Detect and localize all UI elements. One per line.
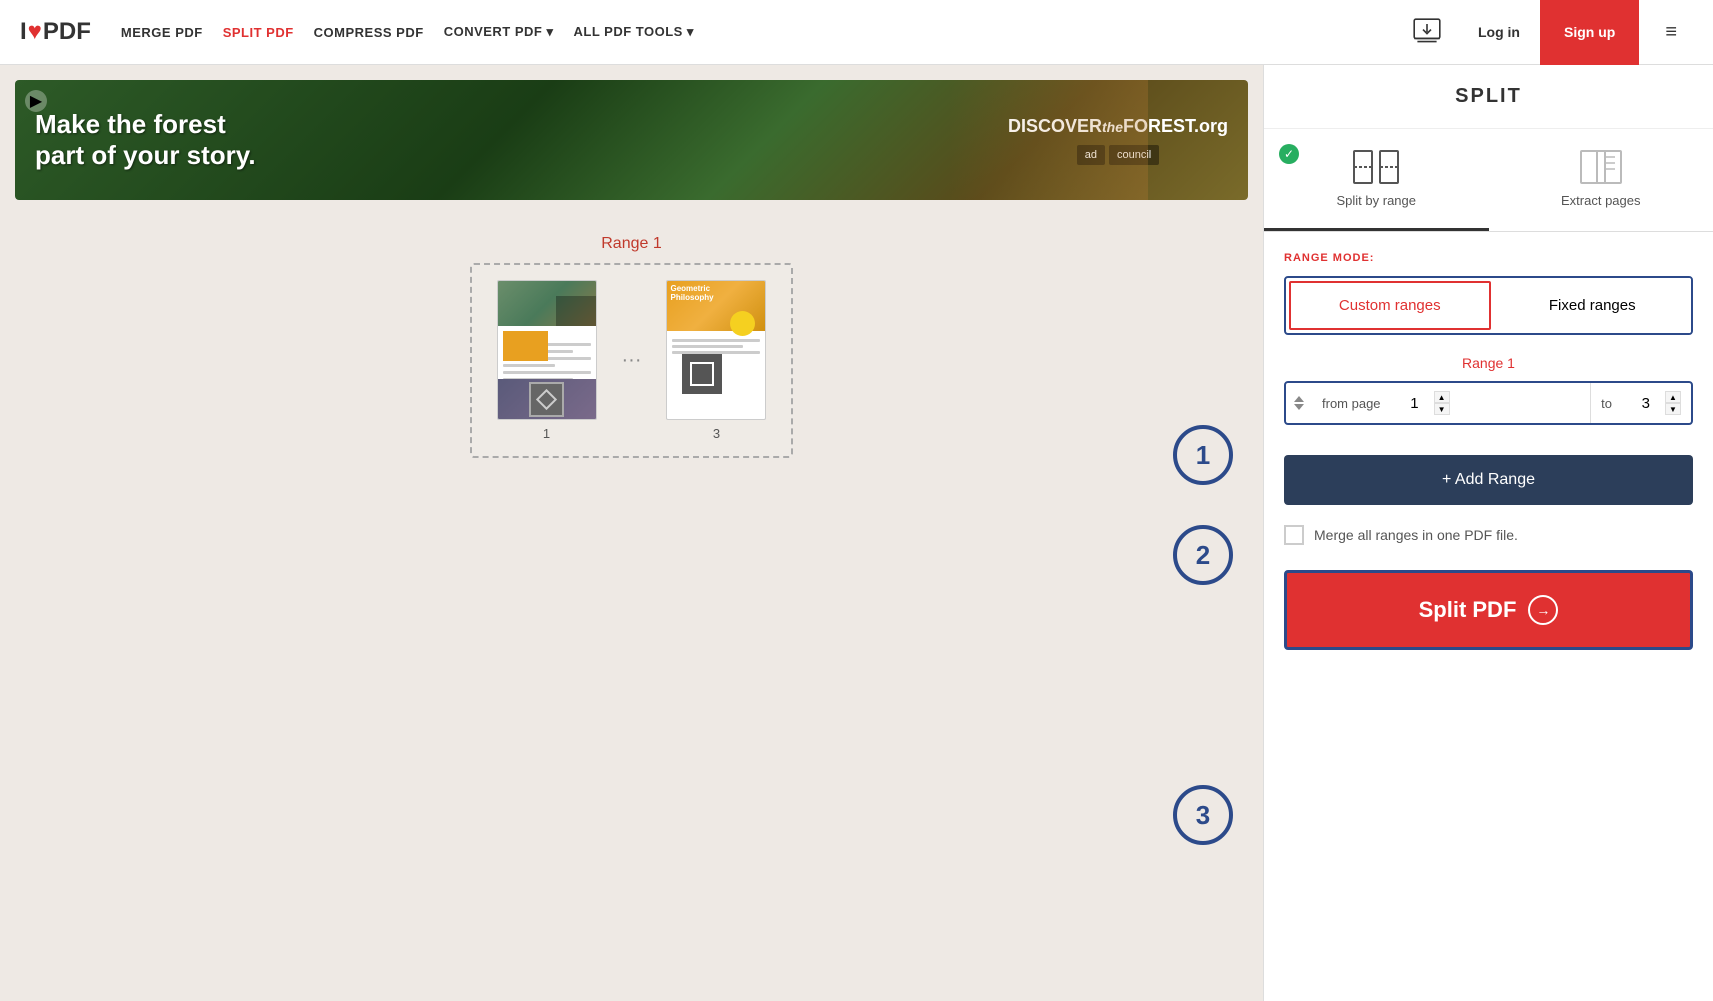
range-label: Range 1: [601, 235, 662, 253]
left-panel: ▶ Make the forestpart of your story. DIS…: [0, 65, 1263, 1001]
play-icon[interactable]: ▶: [25, 90, 47, 112]
tab-extract-label: Extract pages: [1561, 193, 1641, 208]
fake-line: [503, 371, 591, 374]
page3-title: GeometricPhilosophy: [667, 281, 765, 305]
split-pdf-button[interactable]: Split PDF →: [1284, 570, 1693, 650]
page-number-1: 1: [543, 426, 550, 441]
nav-split-pdf[interactable]: SPLIT PDF: [223, 25, 294, 40]
to-label: to: [1601, 396, 1612, 411]
download-desktop-icon[interactable]: [1411, 16, 1443, 48]
to-spinner[interactable]: ▲ ▼: [1665, 391, 1681, 415]
page-dots: ···: [617, 349, 647, 372]
signup-button[interactable]: Sign up: [1540, 0, 1639, 65]
range-mode-label: RANGE MODE:: [1284, 252, 1693, 264]
range1-title: Range 1: [1284, 355, 1693, 371]
merge-checkbox[interactable]: [1284, 525, 1304, 545]
custom-ranges-button[interactable]: Custom ranges: [1289, 281, 1491, 330]
arrow-up-icon[interactable]: [1294, 396, 1304, 402]
from-page-input[interactable]: [1389, 395, 1434, 412]
dark-square-decoration: [682, 354, 722, 394]
page-thumb-1[interactable]: 1: [497, 280, 597, 441]
page-image-3: GeometricPhilosophy: [666, 280, 766, 420]
split-header: SPLIT: [1264, 65, 1713, 129]
nav: MERGE PDF SPLIT PDF COMPRESS PDF CONVERT…: [121, 24, 1411, 40]
pdf-area: Range 1: [0, 215, 1263, 478]
login-button[interactable]: Log in: [1458, 16, 1540, 48]
page-number-3: 3: [713, 426, 720, 441]
range-arrows[interactable]: [1286, 396, 1312, 410]
extract-pages-icon: [1577, 149, 1625, 185]
to-spin-up[interactable]: ▲: [1665, 391, 1681, 403]
range-mode-buttons: Custom ranges Fixed ranges: [1284, 276, 1693, 335]
add-range-button[interactable]: + Add Range: [1284, 455, 1693, 505]
check-badge-icon: ✓: [1279, 144, 1299, 164]
from-group: from page ▲ ▼: [1312, 383, 1591, 423]
mode-tabs: ✓ Split by range Extract pages: [1264, 129, 1713, 232]
from-label: from page: [1322, 396, 1381, 411]
arrow-down-icon[interactable]: [1294, 404, 1304, 410]
logo[interactable]: I ♥ PDF: [20, 18, 91, 46]
to-spin-down[interactable]: ▼: [1665, 403, 1681, 415]
pages-container: 1 ··· GeometricPhilosophy: [470, 263, 794, 458]
to-group: to ▲ ▼: [1591, 383, 1691, 423]
step-circle-2: 2: [1173, 525, 1233, 585]
nav-compress-pdf[interactable]: COMPRESS PDF: [314, 25, 424, 40]
tab-extract-pages[interactable]: Extract pages: [1489, 129, 1713, 231]
from-spinner[interactable]: ▲ ▼: [1434, 391, 1450, 415]
tab-split-range-label: Split by range: [1337, 193, 1417, 208]
range-inputs: from page ▲ ▼ to ▲ ▼: [1284, 381, 1693, 425]
header-right: Log in Sign up ≡: [1411, 0, 1693, 65]
page-img-bottom: [498, 379, 596, 419]
main-container: ▶ Make the forestpart of your story. DIS…: [0, 65, 1713, 1001]
split-pdf-label: Split PDF: [1419, 597, 1517, 623]
ad-content: Make the forestpart of your story.: [15, 89, 276, 191]
step-circle-3: 3: [1173, 785, 1233, 845]
nav-all-tools[interactable]: ALL PDF TOOLS ▾: [574, 24, 694, 40]
fixed-ranges-button[interactable]: Fixed ranges: [1494, 278, 1692, 333]
split-range-icon: [1352, 149, 1400, 185]
header: I ♥ PDF MERGE PDF SPLIT PDF COMPRESS PDF…: [0, 0, 1713, 65]
merge-option: Merge all ranges in one PDF file.: [1264, 515, 1713, 555]
fake-line: [503, 364, 556, 367]
merge-label: Merge all ranges in one PDF file.: [1314, 527, 1518, 543]
fake-line: [672, 339, 760, 342]
ad-banner[interactable]: ▶ Make the forestpart of your story. DIS…: [15, 80, 1248, 200]
from-spin-down[interactable]: ▼: [1434, 403, 1450, 415]
range-section: Range 1 from page ▲ ▼ to: [1264, 355, 1713, 445]
to-page-input[interactable]: [1620, 395, 1665, 412]
page-thumb-3[interactable]: GeometricPhilosophy 3: [666, 280, 766, 441]
fake-line: [672, 345, 742, 348]
from-spin-up[interactable]: ▲: [1434, 391, 1450, 403]
split-arrow-icon: →: [1528, 595, 1558, 625]
nav-merge-pdf[interactable]: MERGE PDF: [121, 25, 203, 40]
range-mode-section: RANGE MODE: Custom ranges Fixed ranges: [1264, 232, 1713, 355]
ad-title: Make the forestpart of your story.: [35, 109, 256, 171]
right-panel: SPLIT ✓ Split by range: [1263, 65, 1713, 1001]
menu-button[interactable]: ≡: [1649, 13, 1693, 52]
tab-split-by-range[interactable]: ✓ Split by range: [1264, 129, 1489, 231]
step-circle-1: 1: [1173, 425, 1233, 485]
page-image-1: [497, 280, 597, 420]
nav-convert-pdf[interactable]: CONVERT PDF ▾: [444, 24, 554, 40]
